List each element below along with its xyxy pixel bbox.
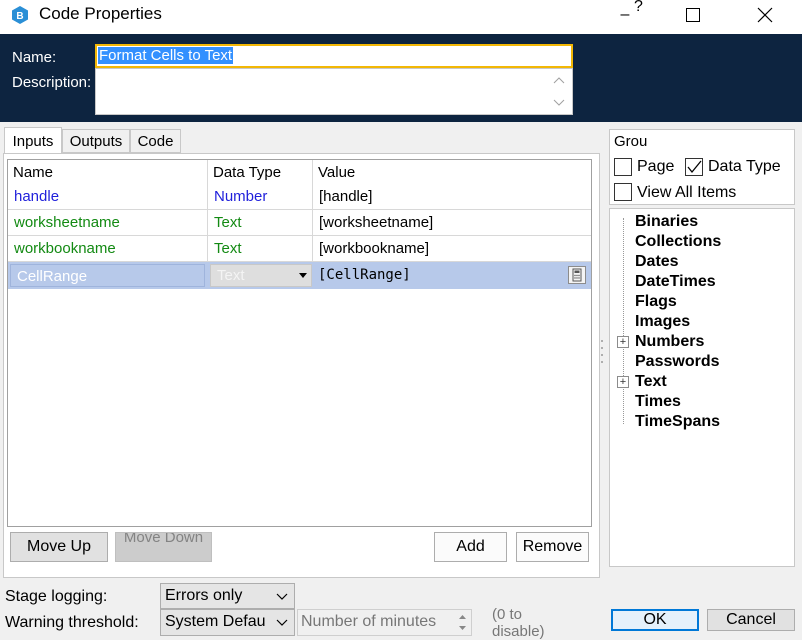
chevron-down-icon	[276, 593, 288, 600]
group-title: Grou	[614, 133, 648, 150]
tree-connector-line	[623, 218, 624, 424]
close-button[interactable]	[740, 0, 790, 30]
grid-divider	[8, 209, 591, 210]
window-title: Code Properties	[39, 4, 162, 23]
name-label: Name:	[12, 49, 57, 66]
tab-outputs[interactable]: Outputs	[62, 129, 130, 153]
table-row-value[interactable]: [worksheetname]	[313, 211, 591, 235]
add-button[interactable]: Add	[434, 532, 507, 562]
dropdown-arrow-icon	[299, 273, 307, 278]
tree-item-times[interactable]: Times	[635, 393, 681, 411]
expand-plus-icon[interactable]: +	[617, 336, 629, 348]
table-row-value[interactable]: [workbookname]	[313, 237, 591, 261]
scroll-arrows-icon	[553, 77, 565, 106]
warning-threshold-dropdown[interactable]: System Defau	[160, 609, 295, 636]
close-icon	[757, 7, 773, 23]
data-type-dropdown-value: Text	[217, 267, 245, 284]
table-row-name[interactable]: workbookname	[8, 237, 207, 261]
tree-item-datetimes[interactable]: DateTimes	[635, 273, 716, 291]
tab-inputs[interactable]: Inputs	[4, 127, 62, 154]
name-value: Format Cells to Text	[98, 47, 234, 64]
tree-item-text[interactable]: Text	[635, 373, 667, 391]
stage-logging-value: Errors only	[165, 587, 243, 604]
page-checkbox[interactable]	[614, 158, 632, 176]
move-down-label: Move Down	[123, 532, 204, 546]
expand-plus-icon[interactable]: +	[617, 376, 629, 388]
remove-button[interactable]: Remove	[516, 532, 589, 562]
splitter-grip[interactable]	[600, 338, 604, 366]
description-label: Description:	[12, 74, 92, 91]
tree-item-numbers[interactable]: Numbers	[635, 333, 704, 351]
column-header-data-type[interactable]: Data Type	[207, 161, 312, 185]
calculator-icon	[572, 268, 582, 282]
table-row-type[interactable]: Number	[208, 185, 312, 209]
view-all-items-label: View All Items	[637, 184, 737, 201]
checkmark-icon	[687, 160, 702, 174]
tree-item-dates[interactable]: Dates	[635, 253, 679, 271]
move-up-button[interactable]: Move Up	[10, 532, 108, 562]
value-edit-field[interactable]: [CellRange]	[313, 264, 589, 287]
chevron-down-icon	[276, 619, 288, 627]
table-row-type[interactable]: Text	[208, 211, 312, 235]
minutes-placeholder: Number of minutes	[301, 613, 437, 630]
grip-dots-icon	[601, 340, 603, 363]
blue-prism-app-icon: B	[10, 5, 30, 25]
spinner-arrows-icon	[459, 615, 466, 630]
tree-item-flags[interactable]: Flags	[635, 293, 677, 311]
cancel-button[interactable]: Cancel	[707, 609, 795, 631]
help-icon[interactable]: ?	[634, 0, 643, 16]
tree-item-passwords[interactable]: Passwords	[635, 353, 719, 371]
data-type-checkbox[interactable]	[685, 158, 703, 176]
table-row-type[interactable]: Text	[208, 237, 312, 261]
grid-divider	[8, 235, 591, 236]
table-row-name[interactable]: worksheetname	[8, 211, 207, 235]
tab-code[interactable]: Code	[130, 129, 181, 153]
column-header-value[interactable]: Value	[312, 161, 591, 185]
page-checkbox-label: Page	[637, 158, 675, 175]
minutes-spinner[interactable]: Number of minutes	[297, 609, 472, 636]
view-all-items-checkbox[interactable]	[614, 183, 632, 201]
svg-text:B: B	[16, 11, 23, 22]
tree-item-images[interactable]: Images	[635, 313, 690, 331]
table-row-value[interactable]: [handle]	[313, 185, 591, 209]
value-edit-text: [CellRange]	[318, 267, 411, 283]
table-row-name[interactable]: handle	[8, 185, 207, 209]
move-down-button[interactable]: Move Down	[115, 532, 212, 562]
disable-note: (0 to disable)	[492, 606, 545, 640]
warning-threshold-value: System Defau	[165, 613, 266, 630]
description-scrollbar[interactable]	[546, 69, 572, 114]
tree-item-timespans[interactable]: TimeSpans	[635, 413, 720, 431]
warning-threshold-label: Warning threshold:	[5, 614, 139, 631]
name-input[interactable]: Format Cells to Text	[95, 44, 573, 68]
tree-item-binaries[interactable]: Binaries	[635, 213, 698, 231]
maximize-icon	[686, 8, 700, 22]
tree-item-collections[interactable]: Collections	[635, 233, 721, 251]
expression-editor-button[interactable]	[568, 266, 586, 284]
stage-logging-label: Stage logging:	[5, 588, 108, 605]
minimize-icon: –	[620, 6, 630, 23]
maximize-button[interactable]	[668, 0, 718, 30]
stage-logging-dropdown[interactable]: Errors only	[160, 583, 295, 609]
data-type-dropdown[interactable]: Text	[210, 264, 312, 287]
spinner-buttons[interactable]	[454, 610, 471, 635]
column-header-name[interactable]: Name	[7, 161, 207, 185]
name-edit-field[interactable]: CellRange	[10, 264, 205, 287]
data-type-checkbox-label: Data Type	[708, 158, 781, 175]
description-input[interactable]	[95, 68, 573, 115]
ok-button[interactable]: OK	[611, 609, 699, 631]
